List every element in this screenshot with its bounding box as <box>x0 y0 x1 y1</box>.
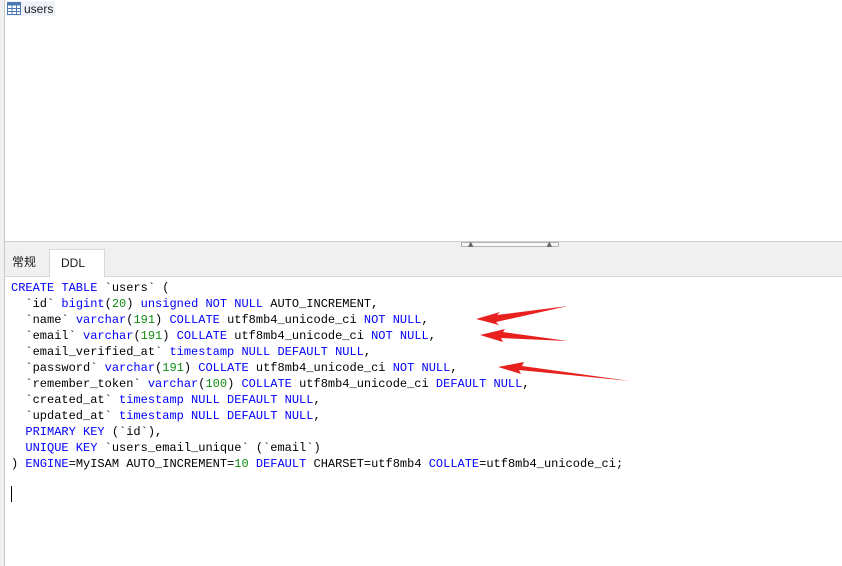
ddl-line: `email_verified_at` timestamp NULL DEFAU… <box>11 345 371 359</box>
ddl-token: 191 <box>162 361 184 375</box>
ddl-token: COLLATE <box>241 377 292 391</box>
ddl-line: `name` varchar(191) COLLATE utf8mb4_unic… <box>11 313 429 327</box>
object-list-item-label: users <box>24 1 54 16</box>
ddl-token: `users` ( <box>97 281 170 295</box>
ddl-token: varchar <box>75 313 127 327</box>
ddl-token: DEFAULT <box>255 457 307 471</box>
ddl-editor[interactable]: CREATE TABLE `users` ( `id` bigint(20) u… <box>5 277 842 566</box>
ddl-token: varchar <box>104 361 156 375</box>
ddl-token: timestamp NULL DEFAULT NULL <box>169 345 364 359</box>
ddl-token: 20 <box>111 297 127 311</box>
ddl-token: CREATE TABLE <box>11 281 98 295</box>
ddl-line: `remember_token` varchar(100) COLLATE ut… <box>11 377 530 391</box>
ddl-token: `email_verified_at` <box>11 345 170 359</box>
ddl-token: `email` <box>11 329 84 343</box>
table-icon <box>7 2 21 15</box>
ddl-token: PRIMARY KEY <box>11 425 105 439</box>
ddl-line: `id` bigint(20) unsigned NOT NULL AUTO_I… <box>11 297 378 311</box>
ddl-token: NOT NULL <box>392 361 451 375</box>
ddl-token: , <box>522 377 530 391</box>
ddl-code: CREATE TABLE `users` ( `id` bigint(20) u… <box>5 277 842 472</box>
ddl-token: varchar <box>147 377 199 391</box>
ddl-token: timestamp NULL DEFAULT NULL <box>119 393 314 407</box>
ddl-token: ) <box>126 297 141 311</box>
ddl-token: 191 <box>133 313 156 327</box>
ddl-token: (`id`), <box>104 425 163 439</box>
ddl-token: COLLATE <box>198 361 249 375</box>
ddl-token: ) <box>183 361 199 375</box>
ddl-token: 100 <box>205 377 228 391</box>
ddl-token: , <box>313 409 321 423</box>
ddl-token: ( <box>133 329 141 343</box>
info-tab-bar: 常规 DDL <box>5 247 842 277</box>
ddl-token: , <box>428 329 436 343</box>
ddl-line: PRIMARY KEY (`id`), <box>11 425 162 439</box>
ddl-line: `created_at` timestamp NULL DEFAULT NULL… <box>11 393 321 407</box>
ddl-token: AUTO_INCREMENT, <box>263 297 379 311</box>
ddl-token: =MyISAM AUTO_INCREMENT= <box>68 457 235 471</box>
tab-ddl[interactable]: DDL <box>49 249 105 277</box>
ddl-token: ENGINE <box>25 457 69 471</box>
ddl-token: `id` <box>11 297 62 311</box>
ddl-token: utf8mb4_unicode_ci <box>219 313 364 327</box>
ddl-line: CREATE TABLE `users` ( <box>11 281 169 295</box>
ddl-token: ) <box>227 377 242 391</box>
ddl-token: ) <box>155 313 170 327</box>
ddl-token: COLLATE <box>428 457 480 471</box>
ddl-token: , <box>450 361 458 375</box>
object-list-item-users[interactable]: users <box>7 1 56 16</box>
ddl-token: , <box>363 345 372 359</box>
ddl-token: , <box>421 313 429 327</box>
ddl-token: `updated_at` <box>11 409 120 423</box>
ddl-token: timestamp NULL DEFAULT NULL <box>119 409 314 423</box>
ddl-token: utf8mb4_unicode_ci <box>291 377 436 391</box>
ddl-token: `password` <box>11 361 105 375</box>
ddl-token: `name` <box>11 313 76 327</box>
ddl-token: ) <box>162 329 177 343</box>
ddl-token: NOT NULL <box>371 329 429 343</box>
object-list-pane: users <box>5 0 842 241</box>
ddl-token: unsigned NOT NULL <box>140 297 264 311</box>
text-cursor <box>11 486 12 502</box>
ddl-token: ( <box>104 297 112 311</box>
ddl-token <box>249 457 256 471</box>
ddl-token: `remember_token` <box>11 377 148 391</box>
ddl-line: UNIQUE KEY `users_email_unique` (`email`… <box>11 441 321 455</box>
ddl-token: , <box>313 393 321 407</box>
ddl-line: `password` varchar(191) COLLATE utf8mb4_… <box>11 361 458 375</box>
ddl-token: ) <box>11 457 26 471</box>
ddl-token: 10 <box>234 457 249 471</box>
ddl-token: NOT NULL <box>363 313 422 327</box>
ddl-token: bigint <box>61 297 105 311</box>
ddl-line: `email` varchar(191) COLLATE utf8mb4_uni… <box>11 329 436 343</box>
ddl-token: 191 <box>140 329 163 343</box>
ddl-token: varchar <box>83 329 134 343</box>
ddl-token: `created_at` <box>11 393 120 407</box>
ddl-token: CHARSET=utf8mb4 <box>306 457 429 471</box>
ddl-token: COLLATE <box>169 313 220 327</box>
ddl-token: =utf8mb4_unicode_ci; <box>479 457 624 471</box>
ddl-token: utf8mb4_unicode_ci <box>227 329 372 343</box>
ddl-token: `users_email_unique` (`email`) <box>97 441 321 455</box>
ddl-line: ) ENGINE=MyISAM AUTO_INCREMENT=10 DEFAUL… <box>11 457 623 471</box>
tab-general[interactable]: 常规 <box>7 249 47 275</box>
ddl-token: utf8mb4_unicode_ci <box>248 361 393 375</box>
ddl-line: `updated_at` timestamp NULL DEFAULT NULL… <box>11 409 321 423</box>
ddl-token: COLLATE <box>176 329 228 343</box>
ddl-token: UNIQUE KEY <box>11 441 98 455</box>
ddl-token: DEFAULT NULL <box>435 377 523 391</box>
